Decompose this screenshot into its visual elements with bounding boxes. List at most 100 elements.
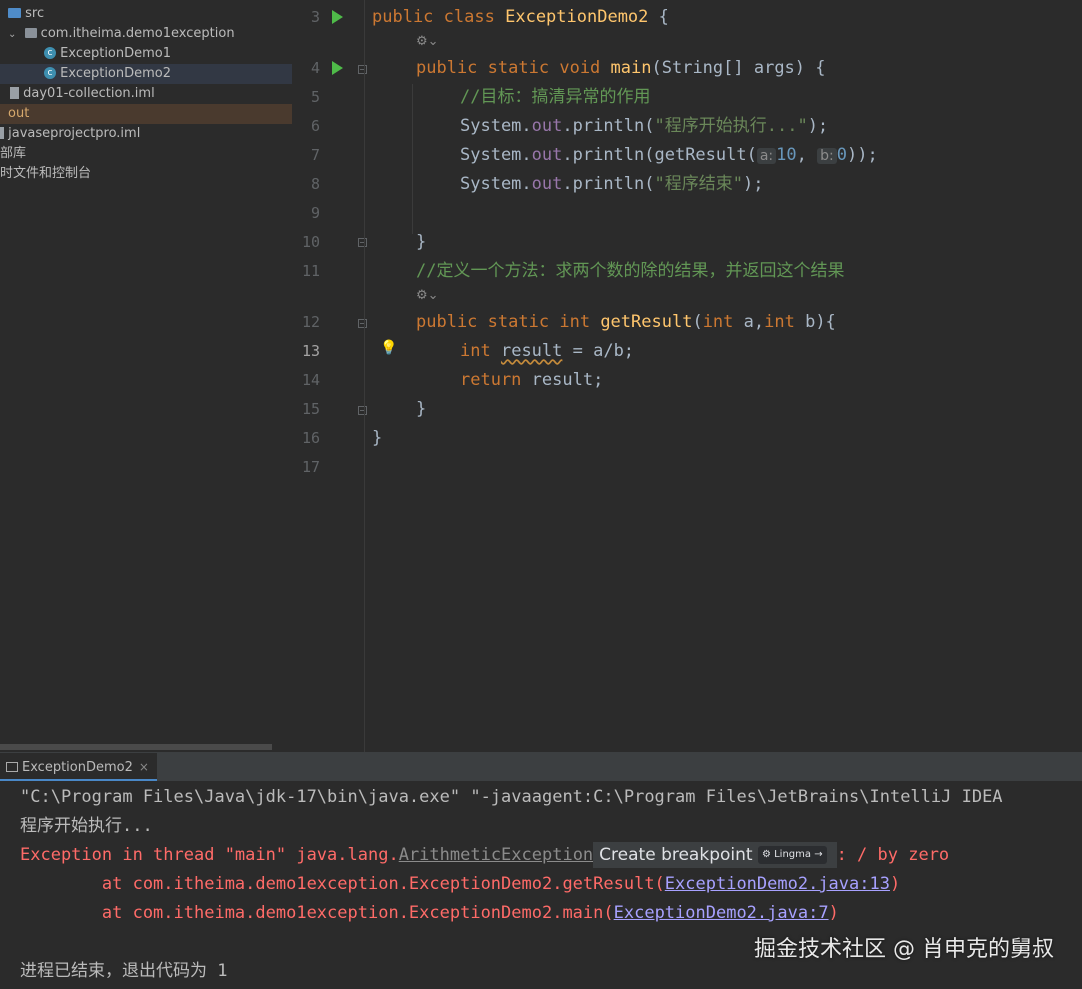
tree-item-exceptiondemo2[interactable]: c ExceptionDemo2 [0,64,292,84]
run-console-icon [6,762,18,772]
tree-item-label: out [8,106,30,121]
exception-class-link[interactable]: ArithmeticException [399,845,593,865]
close-icon[interactable]: × [139,760,149,774]
token: System. [460,174,532,194]
code-line: } [416,399,427,419]
run-class-icon[interactable] [332,10,343,24]
code-line: System.out.println("程序开始执行..."); [460,112,828,141]
token: int [460,341,491,361]
tree-item-src[interactable]: src [0,4,292,24]
token: out [531,116,563,136]
code-line: return result; [460,366,603,395]
token: getResult [600,312,693,332]
gutter-divider [364,0,365,752]
run-main-icon[interactable] [332,61,343,75]
tree-item-javaseprojectpro-iml[interactable]: javaseprojectpro.iml [0,124,292,144]
watermark: 掘金技术社区 @ 肖申克的舅叔 [754,937,1054,962]
token: ExceptionDemo2 [505,7,649,27]
tree-item-label: day01-collection.iml [23,86,155,101]
file-icon [10,86,19,99]
line-number: 4 [310,59,320,77]
lingma-label: Lingma → [774,849,823,860]
line-number: 7 [310,146,320,164]
line-number: 3 [310,8,320,26]
ai-lens-icon[interactable]: ⚙⌄ [416,31,439,53]
code-editor[interactable]: 3 4 5 6 7 8 9 10 11 12 13 14 15 16 17 💡 … [292,0,1082,752]
tab-exceptiondemo2[interactable]: ExceptionDemo2 × [0,753,157,781]
token: static [487,312,550,332]
token: class [443,7,495,27]
stack-trace-link[interactable]: ExceptionDemo2.java:13 [665,874,890,894]
token: 10 [776,145,797,165]
code-area[interactable]: public class ExceptionDemo2 { ⚙⌄ public … [372,0,1082,752]
code-line: System.out.println(getResult(a: 10, b: 0))… [460,141,878,170]
line-number: 16 [301,429,320,447]
token: ( [692,312,703,332]
token: ); [742,174,764,194]
token: "程序开始执行..." [654,116,808,136]
token: , [796,145,818,165]
tree-item-exceptiondemo1[interactable]: c ExceptionDemo1 [0,44,292,64]
line-number: 17 [301,458,320,476]
console-exception-line: Exception in thread "main" java.lang.Ari… [20,841,949,870]
fold-icon[interactable] [358,65,367,74]
code-line: public static int getResult(int a,int b)… [416,308,836,337]
code-line: public static void main(String[] args) { [416,54,826,83]
tree-item-scratches[interactable]: 时文件和控制台 [0,164,292,184]
console-exit-line: 进程已结束，退出代码为 1 [20,961,228,981]
token: main [610,58,652,78]
code-line: System.out.println("程序结束"); [460,170,763,199]
line-number: 10 [301,233,320,251]
tree-item-external-libraries[interactable]: 部库 [0,144,292,164]
code-line-current: int result = a/b; [460,337,634,366]
token: out [531,174,563,194]
token: int [702,312,734,332]
horizontal-scrollbar[interactable] [0,744,272,750]
token: a, [733,312,765,332]
line-number: 15 [301,400,320,418]
code-comment: //定义一个方法：求两个数的除的结果，并返回这个结果 [416,261,845,281]
fold-icon[interactable] [358,238,367,247]
tree-item-day01-iml[interactable]: day01-collection.iml [0,84,292,104]
fold-icon[interactable] [358,319,367,328]
line-number: 6 [310,117,320,135]
fold-icon[interactable] [358,406,367,415]
lingma-icon: ⚙ [761,849,775,860]
token: ); [807,116,829,136]
tree-item-label: ExceptionDemo2 [60,66,172,81]
tree-item-out[interactable]: out [0,104,292,124]
tree-item-package[interactable]: ⌄ com.itheima.demo1exception [0,24,292,44]
token: (String[] args) { [651,58,826,78]
chevron-down-icon[interactable]: ⌄ [8,29,16,40]
token: return [460,370,522,390]
token-warning[interactable]: result [501,341,562,361]
token: int [764,312,795,332]
token: public [416,312,478,332]
parameter-hint: b: [817,148,837,164]
token: int [559,312,591,332]
token: result; [521,370,604,390]
token: )); [846,145,878,165]
line-number: 5 [310,88,320,106]
token: = a/b; [562,341,635,361]
tab-label: ExceptionDemo2 [22,760,133,775]
console-output-line: 程序开始执行... [20,816,153,836]
tree-item-label: 时文件和控制台 [0,166,92,181]
token: ) [889,874,901,894]
class-icon: c [44,66,56,79]
token: out [531,145,563,165]
token: void [559,58,601,78]
lingma-button[interactable]: ⚙ Lingma → [757,846,827,864]
run-tab-bar: ExceptionDemo2 × [0,753,1082,781]
stack-trace-link[interactable]: ExceptionDemo2.java:7 [614,903,829,923]
editor-gutter: 3 4 5 6 7 8 9 10 11 12 13 14 15 16 17 💡 [292,0,398,752]
create-breakpoint-button[interactable]: Create breakpoint ⚙ Lingma → [593,842,837,868]
token: public [372,7,434,27]
token: { [648,7,669,27]
console-command-line: "C:\Program Files\Java\jdk-17\bin\java.e… [20,787,1003,807]
token: Exception in thread "main" java.lang. [20,845,399,865]
class-icon: c [44,46,56,59]
create-breakpoint-label: Create breakpoint [599,845,753,865]
tree-item-label: com.itheima.demo1exception [40,26,235,41]
ai-lens-icon[interactable]: ⚙⌄ [416,285,439,307]
